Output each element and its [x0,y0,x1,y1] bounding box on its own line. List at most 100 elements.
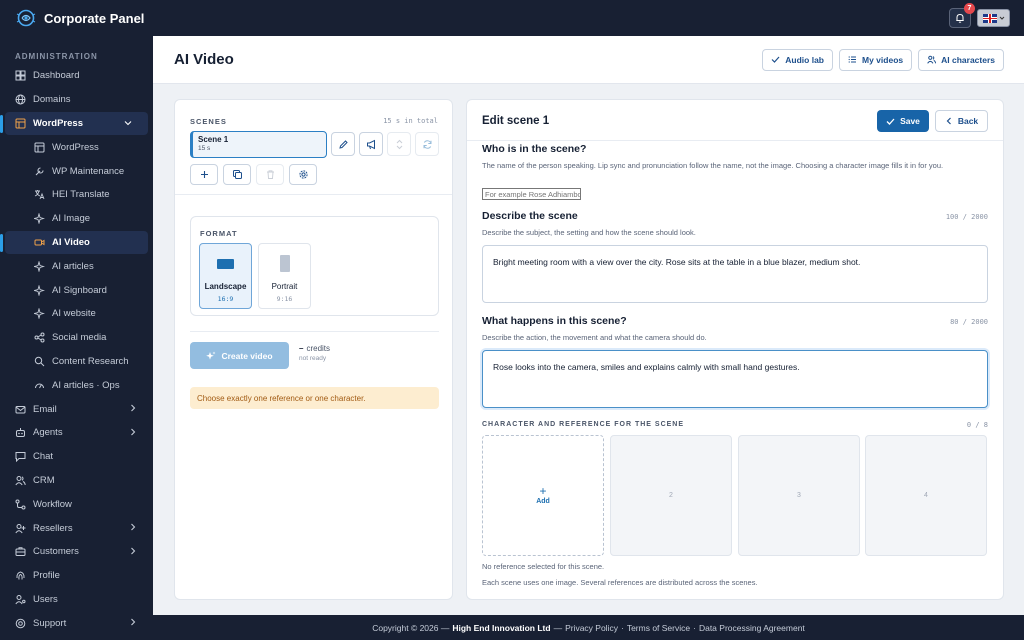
ai-characters-button[interactable]: AI characters [918,48,1004,71]
notifications-button[interactable]: 7 [949,3,975,28]
sidebar-item-label: CRM [33,474,55,486]
brand[interactable]: Corporate Panel [0,8,144,28]
sidebar-item-agents[interactable]: Agents [0,421,153,445]
sidebar-item-crm[interactable]: CRM [0,469,153,493]
notification-badge: 7 [964,3,975,14]
sidebar-item-support[interactable]: Support [0,611,153,635]
format-landscape-option[interactable]: Landscape 16:9 [199,243,252,309]
user-cog-icon [15,594,26,605]
sidebar-item-dashboard[interactable]: Dashboard [0,64,153,88]
dashboard-grid-icon [15,70,26,81]
privacy-policy-link[interactable]: Privacy Policy [565,623,618,633]
chevron-down-icon [124,120,132,125]
terms-link[interactable]: Terms of Service [627,623,690,633]
sidebar-item-profile[interactable]: Profile [0,564,153,588]
language-selector[interactable] [977,9,1010,27]
bell-icon [956,13,964,23]
copy-icon [232,170,242,179]
dpa-link[interactable]: Data Processing Agreement [699,623,805,633]
scene-editor-panel: Edit scene 1 Save Back Who is in the sce… [466,99,1004,600]
my-videos-button[interactable]: My videos [839,48,913,71]
sidebar-item-customers[interactable]: Customers [0,540,153,564]
editor-title: Edit scene 1 [482,115,550,127]
sidebar-item-label: Social media [52,332,107,344]
add-scene-button[interactable] [190,164,218,185]
scene-settings-button[interactable] [289,164,317,185]
sidebar-item-label: WordPress [33,117,83,129]
sidebar-item-social-media[interactable]: Social media [0,326,153,350]
sidebar-item-wp-maintenance[interactable]: WP Maintenance [0,159,153,183]
landscape-shape-icon [217,259,234,269]
create-video-button[interactable]: Create video [190,342,289,369]
refresh-scene-button[interactable] [415,132,439,156]
speaker-name-input[interactable] [482,188,581,200]
scene-card[interactable]: Scene 1 15 s [190,131,327,158]
happens-description: Describe the action, the movement and wh… [482,333,707,342]
sidebar-item-label: WP Maintenance [52,165,125,177]
back-button[interactable]: Back [935,110,988,132]
brain-logo-icon [16,9,36,27]
format-ratio: 16:9 [217,295,234,303]
add-reference-label: Add [536,498,550,505]
references-title: CHARACTER AND REFERENCE FOR THE SCENE [482,421,685,428]
add-reference-button[interactable]: + Add [482,435,604,556]
credits-label: credits [306,344,331,353]
my-videos-label: My videos [862,54,904,65]
sidebar-item-label: Customers [33,546,79,558]
user-plus-icon [15,523,26,533]
gauge-icon [35,383,44,388]
fingerprint-icon [16,571,25,580]
audio-lab-button[interactable]: Audio lab [762,48,834,71]
footer-dot: · [693,622,696,633]
scene-description-textarea[interactable]: Bright meeting room with a view over the… [482,245,988,303]
sidebar-item-ai-articles-ops[interactable]: AI articles · Ops [0,373,153,397]
announce-scene-button[interactable] [359,132,383,156]
sidebar-item-email[interactable]: Email [0,397,153,421]
scene-action-textarea[interactable]: Rose looks into the camera, smiles and e… [482,350,988,408]
sidebar-item-label: Agents [33,427,63,439]
references-counter: 0 / 8 [966,421,988,429]
sidebar-item-content-research[interactable]: Content Research [0,350,153,374]
sidebar-item-hei-translate[interactable]: HEI Translate [0,183,153,207]
format-name: Landscape [204,282,247,291]
sidebar-item-label: HEI Translate [52,189,110,201]
sidebar-item-ai-website[interactable]: AI website [0,302,153,326]
sidebar-item-label: Resellers [33,522,73,534]
format-portrait-option[interactable]: Portrait 9:16 [258,243,311,309]
check-icon [886,118,895,125]
footer-company: High End Innovation Ltd [452,622,551,633]
page-title: AI Video [174,51,234,68]
sidebar-item-chat[interactable]: Chat [0,445,153,469]
sidebar-item-ai-signboard[interactable]: AI Signboard [0,278,153,302]
sidebar-item-workflow[interactable]: Workflow [0,492,153,516]
save-button[interactable]: Save [877,110,929,132]
chevron-down-icon [999,16,1004,20]
reference-slot[interactable]: 4 [865,435,987,556]
sidebar-item-domains[interactable]: Domains [0,88,153,112]
sidebar-item-ai-video[interactable]: AI Video [0,230,148,255]
sidebar-item-label: AI Image [52,213,91,225]
format-label: FORMAT [200,229,238,238]
layout-icon [15,118,26,129]
uk-flag-icon [982,13,997,23]
edit-scene-button[interactable] [331,132,355,156]
chevron-right-icon [131,428,136,436]
sidebar-item-users[interactable]: Users [0,588,153,612]
sidebar-item-label: AI website [52,308,96,320]
describe-title: Describe the scene [482,210,578,222]
layout-icon [34,142,45,153]
reorder-scene-button[interactable] [387,132,411,156]
duplicate-scene-button[interactable] [223,164,251,185]
happens-counter: 80 / 2000 [950,318,988,326]
sidebar-item-wordpress-group[interactable]: WordPress [0,111,148,136]
sidebar-item-ai-articles[interactable]: AI articles [0,254,153,278]
reference-slot[interactable]: 3 [738,435,860,556]
sidebar-item-label: AI Signboard [52,284,107,296]
sidebar-item-wordpress[interactable]: WordPress [0,135,153,159]
reference-slot[interactable]: 2 [610,435,732,556]
sidebar-item-ai-image[interactable]: AI Image [0,207,153,231]
sparkle-icon [34,284,45,296]
delete-scene-button[interactable] [256,164,284,185]
sidebar-item-resellers[interactable]: Resellers [0,516,153,540]
lifebuoy-icon [15,618,26,629]
